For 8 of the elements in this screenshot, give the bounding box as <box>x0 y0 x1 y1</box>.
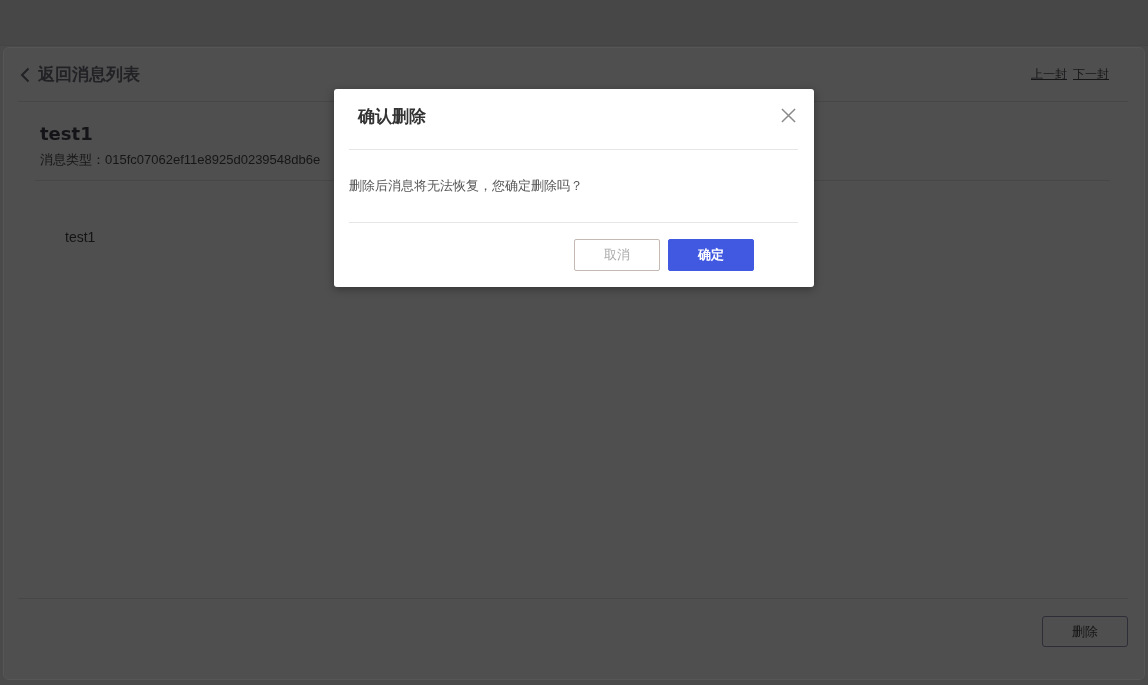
close-icon[interactable] <box>781 107 796 123</box>
cancel-button[interactable]: 取消 <box>574 239 660 271</box>
dialog-message: 删除后消息将无法恢复，您确定删除吗？ <box>349 150 798 223</box>
dialog-title: 确认删除 <box>358 104 426 128</box>
confirm-button[interactable]: 确定 <box>668 239 754 271</box>
message-title: test1 <box>40 122 93 146</box>
message-body: test1 <box>65 228 96 246</box>
chevron-left-icon <box>20 66 30 83</box>
